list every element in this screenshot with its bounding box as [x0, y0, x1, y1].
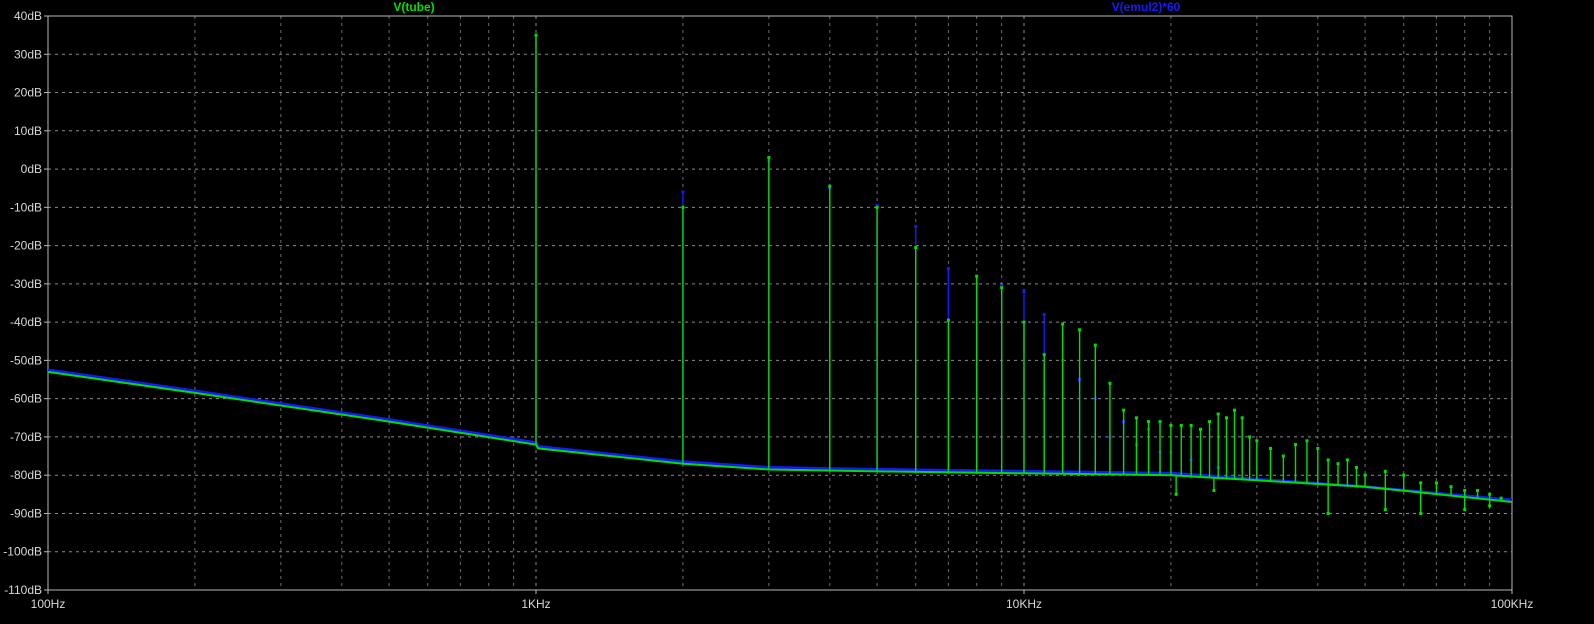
y-tick-label: 20dB	[14, 86, 42, 100]
series-peak-marker	[946, 318, 950, 322]
series-peak-marker	[681, 190, 685, 194]
series-peak-marker	[1000, 286, 1004, 290]
series-peak-marker	[1255, 439, 1259, 443]
x-tick-label: 1KHz	[521, 597, 550, 611]
series-peak-marker	[1336, 462, 1340, 466]
series-peak-marker	[1122, 408, 1126, 412]
plot-background	[0, 0, 1594, 624]
series-peak-marker	[1108, 381, 1112, 385]
x-tick-label: 10KHz	[1006, 597, 1042, 611]
series-peak-marker	[1499, 496, 1503, 500]
series-peak-marker	[1061, 322, 1065, 326]
series-peak-marker	[1147, 420, 1151, 424]
series-peak-marker	[1199, 427, 1203, 431]
series-peak-marker	[1093, 343, 1097, 347]
series-peak-marker	[1022, 320, 1026, 324]
y-tick-label: -110dB	[4, 583, 42, 597]
series-peak-marker	[767, 156, 771, 160]
series-peak-marker	[1158, 420, 1162, 424]
series-dip-marker	[1174, 492, 1178, 496]
series-peak-marker	[1134, 416, 1138, 420]
series-dip-marker	[1326, 511, 1330, 515]
y-tick-label: 10dB	[14, 124, 42, 138]
series-peak-marker	[1225, 416, 1229, 420]
y-tick-label: -40dB	[10, 315, 42, 329]
series-peak-marker	[1293, 443, 1297, 447]
series-peak-marker	[1169, 423, 1173, 427]
series-peak-marker	[1078, 328, 1082, 332]
series-peak-marker	[828, 184, 832, 188]
series-peak-marker	[1269, 446, 1273, 450]
series-peak-marker	[1216, 412, 1220, 416]
series-peak-marker	[1326, 458, 1330, 462]
y-tick-label: -20dB	[10, 239, 42, 253]
series-peak-marker	[1316, 446, 1320, 450]
series-peak-marker	[1363, 473, 1367, 477]
x-tick-label: 100KHz	[1491, 597, 1534, 611]
legend-entry-emul2: V(emul2)*60	[1112, 0, 1181, 14]
series-peak-marker	[1354, 466, 1358, 470]
series-peak-marker	[1240, 416, 1244, 420]
series-peak-marker	[1208, 420, 1212, 424]
y-tick-label: -30dB	[10, 277, 42, 291]
series-peak-marker	[1305, 439, 1309, 443]
y-tick-label: -10dB	[10, 200, 42, 214]
series-peak-marker	[1042, 353, 1046, 357]
series-peak-marker	[681, 205, 685, 209]
series-peak-marker	[1042, 312, 1046, 316]
series-peak-marker	[975, 274, 979, 278]
series-peak-marker	[1345, 458, 1349, 462]
series-peak-marker	[1463, 489, 1467, 493]
y-tick-label: -50dB	[10, 353, 42, 367]
series-peak-marker	[914, 246, 918, 250]
series-peak-marker	[1402, 473, 1406, 477]
series-dip-marker	[1463, 508, 1467, 512]
series-dip-marker	[1419, 511, 1423, 515]
series-peak-marker	[946, 267, 950, 271]
y-tick-label: -90dB	[10, 506, 42, 520]
series-peak-marker	[1419, 481, 1423, 485]
series-peak-marker	[1248, 435, 1252, 439]
series-peak-marker	[1449, 485, 1453, 489]
y-tick-label: -60dB	[10, 392, 42, 406]
series-peak-marker	[1434, 481, 1438, 485]
series-dip-marker	[1383, 508, 1387, 512]
series-peak-marker	[1233, 408, 1237, 412]
series-peak-marker	[1022, 290, 1026, 294]
spectrum-plot: 40dB 30dB 20dB 10dB 0dB -10dB -20dB -30dB -40dB -…	[0, 0, 1594, 624]
legend-entry-tube: V(tube)	[393, 0, 434, 14]
series-peak-marker	[1179, 423, 1183, 427]
series-peak-marker	[875, 205, 879, 209]
series-peak-marker	[1281, 454, 1285, 458]
series-peak-marker	[534, 33, 538, 37]
x-tick-label: 100Hz	[31, 597, 66, 611]
series-peak-marker	[914, 224, 918, 228]
series-dip-marker	[1488, 504, 1492, 508]
series-peak-marker	[1488, 492, 1492, 496]
y-tick-label: 0dB	[21, 162, 42, 176]
series-peak-marker	[1476, 489, 1480, 493]
series-peak-marker	[1189, 423, 1193, 427]
y-tick-label: -80dB	[10, 468, 42, 482]
y-tick-label: 30dB	[14, 47, 42, 61]
series-peak-marker	[1383, 469, 1387, 473]
y-tick-label: 40dB	[14, 9, 42, 23]
y-tick-label: -100dB	[3, 545, 42, 559]
y-tick-label: -70dB	[10, 430, 42, 444]
series-dip-marker	[1212, 489, 1216, 493]
